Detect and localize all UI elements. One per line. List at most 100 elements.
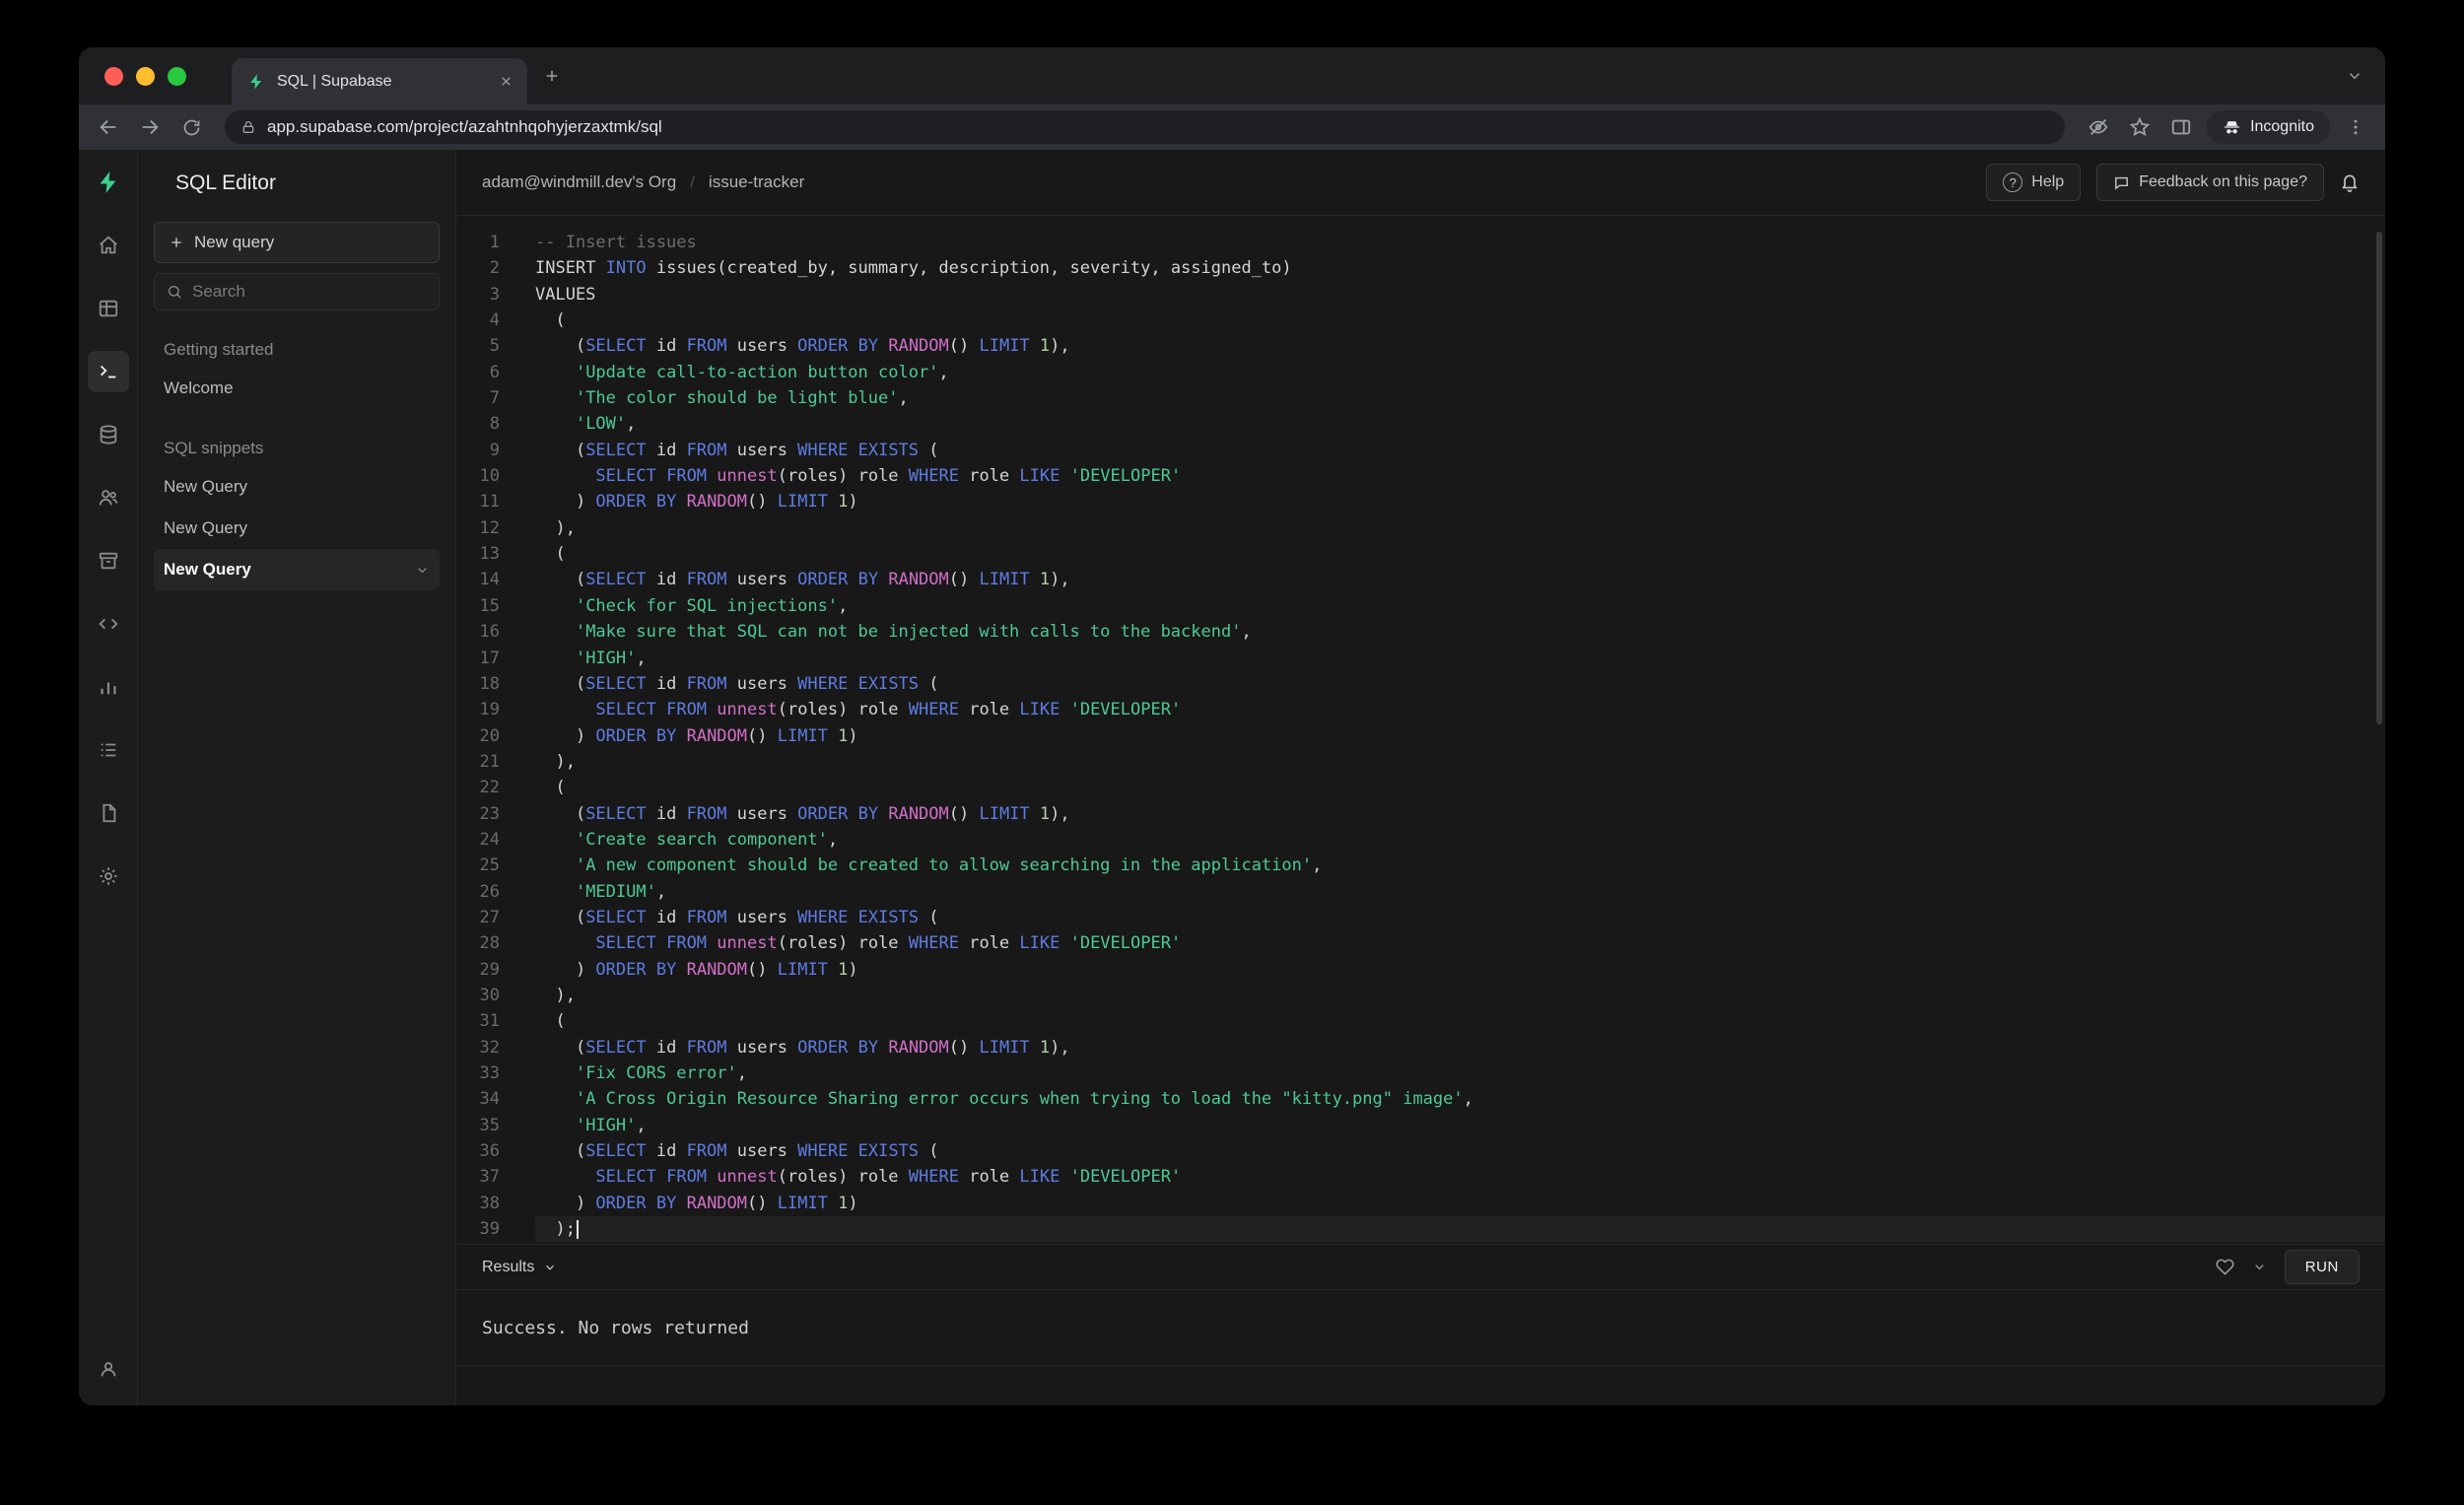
run-button[interactable]: RUN xyxy=(2284,1250,2360,1284)
code-line[interactable]: SELECT FROM unnest(roles) role WHERE rol… xyxy=(535,1164,2385,1190)
browser-tab[interactable]: SQL | Supabase xyxy=(232,58,527,104)
code-line[interactable]: SELECT FROM unnest(roles) role WHERE rol… xyxy=(535,463,2385,489)
run-options-chevron-icon[interactable] xyxy=(2252,1260,2267,1274)
favorite-heart-icon[interactable] xyxy=(2216,1258,2234,1276)
search-box[interactable] xyxy=(154,273,440,310)
editor-code[interactable]: -- Insert issues INSERT INTO issues(creat… xyxy=(519,230,2385,1244)
code-line[interactable]: -- Insert issues xyxy=(535,230,2385,255)
tab-search-chevron-icon[interactable] xyxy=(2346,67,2363,85)
line-number: 20 xyxy=(479,725,500,746)
search-input[interactable] xyxy=(192,282,427,302)
code-line[interactable]: (SELECT id FROM users ORDER BY RANDOM() … xyxy=(535,567,2385,592)
close-window-button[interactable] xyxy=(104,66,123,86)
line-number: 3 xyxy=(489,284,500,305)
results-toggle[interactable]: Results xyxy=(482,1259,557,1276)
new-query-button[interactable]: New query xyxy=(154,222,440,263)
code-line[interactable]: (SELECT id FROM users WHERE EXISTS ( xyxy=(535,438,2385,463)
code-line[interactable]: 'Check for SQL injections', xyxy=(535,593,2385,619)
code-line[interactable]: ) ORDER BY RANDOM() LIMIT 1) xyxy=(535,489,2385,514)
settings-gear-icon[interactable] xyxy=(88,855,129,897)
supabase-app: SQL Editor New query Getting started W xyxy=(79,150,2385,1405)
sidebar-item-welcome[interactable]: Welcome xyxy=(154,368,440,409)
browser-menu-kebab-icon[interactable] xyxy=(2340,111,2371,143)
zoom-window-button[interactable] xyxy=(168,66,186,86)
code-line[interactable]: SELECT FROM unnest(roles) role WHERE rol… xyxy=(535,697,2385,722)
help-button[interactable]: ? Help xyxy=(1986,164,2082,201)
code-line[interactable]: VALUES xyxy=(535,282,2385,308)
code-line[interactable]: ); xyxy=(535,1216,2385,1243)
logs-list-icon[interactable] xyxy=(88,729,129,771)
forward-icon[interactable] xyxy=(134,111,166,143)
code-line[interactable]: (SELECT id FROM users ORDER BY RANDOM() … xyxy=(535,801,2385,827)
api-code-icon[interactable] xyxy=(88,603,129,645)
line-number: 26 xyxy=(479,881,500,902)
table-editor-icon[interactable] xyxy=(88,288,129,329)
code-line[interactable]: ), xyxy=(535,515,2385,541)
code-line[interactable]: 'The color should be light blue', xyxy=(535,385,2385,411)
code-line[interactable]: ) ORDER BY RANDOM() LIMIT 1) xyxy=(535,723,2385,749)
code-line[interactable]: 'HIGH', xyxy=(535,646,2385,671)
chat-icon xyxy=(2113,174,2130,191)
breadcrumb-org[interactable]: adam@windmill.dev's Org xyxy=(482,172,676,192)
sql-editor-icon[interactable] xyxy=(87,351,129,392)
code-line[interactable]: ( xyxy=(535,308,2385,333)
address-bar[interactable]: app.supabase.com/project/azahtnhqohyjerz… xyxy=(225,110,2066,144)
url-text[interactable]: app.supabase.com/project/azahtnhqohyjerz… xyxy=(267,117,662,137)
storage-icon[interactable] xyxy=(88,540,129,581)
breadcrumb-separator: / xyxy=(690,172,695,191)
minimize-window-button[interactable] xyxy=(136,66,155,86)
code-line[interactable]: SELECT FROM unnest(roles) role WHERE rol… xyxy=(535,930,2385,956)
chevron-down-icon[interactable] xyxy=(415,563,430,578)
code-line[interactable]: (SELECT id FROM users WHERE EXISTS ( xyxy=(535,905,2385,930)
line-number: 6 xyxy=(489,362,500,382)
code-line[interactable]: ( xyxy=(535,1008,2385,1034)
code-line[interactable]: (SELECT id FROM users ORDER BY RANDOM() … xyxy=(535,1035,2385,1060)
reload-icon[interactable] xyxy=(175,111,207,143)
docs-file-icon[interactable] xyxy=(88,792,129,834)
bookmark-star-icon[interactable] xyxy=(2124,111,2156,143)
reports-chart-icon[interactable] xyxy=(88,666,129,708)
breadcrumb-project[interactable]: issue-tracker xyxy=(709,172,804,192)
tab-close-icon[interactable] xyxy=(499,74,513,89)
code-line[interactable]: INSERT INTO issues(created_by, summary, … xyxy=(535,255,2385,281)
sidebar-item-new-query-active[interactable]: New Query xyxy=(154,549,440,590)
editor-scrollbar[interactable] xyxy=(2376,232,2382,724)
code-line[interactable]: 'Fix CORS error', xyxy=(535,1060,2385,1086)
code-line[interactable]: ) ORDER BY RANDOM() LIMIT 1) xyxy=(535,957,2385,983)
code-line[interactable]: 'HIGH', xyxy=(535,1113,2385,1138)
side-panel-icon[interactable] xyxy=(2165,111,2197,143)
code-line[interactable]: ) ORDER BY RANDOM() LIMIT 1) xyxy=(535,1191,2385,1216)
database-icon[interactable] xyxy=(88,414,129,455)
authentication-users-icon[interactable] xyxy=(88,477,129,518)
line-number: 15 xyxy=(479,595,500,616)
code-line[interactable]: (SELECT id FROM users WHERE EXISTS ( xyxy=(535,671,2385,697)
code-line[interactable]: (SELECT id FROM users WHERE EXISTS ( xyxy=(535,1138,2385,1164)
code-line[interactable]: 'Update call-to-action button color', xyxy=(535,360,2385,385)
code-line[interactable]: ), xyxy=(535,749,2385,775)
home-icon[interactable] xyxy=(88,225,129,266)
code-line[interactable]: 'A Cross Origin Resource Sharing error o… xyxy=(535,1086,2385,1112)
code-line[interactable]: (SELECT id FROM users ORDER BY RANDOM() … xyxy=(535,333,2385,359)
back-icon[interactable] xyxy=(93,111,124,143)
supabase-logo-icon[interactable] xyxy=(88,162,129,203)
sql-code-editor[interactable]: 1 2 3 4 5 6 7 8 9 10 11 12 13 14 15 16 17 18 19 20 21 22 23 24 2… xyxy=(456,216,2385,1244)
notifications-bell-icon[interactable] xyxy=(2340,172,2360,192)
code-line[interactable]: 'Make sure that SQL can not be injected … xyxy=(535,619,2385,645)
code-line[interactable]: 'LOW', xyxy=(535,411,2385,437)
code-line[interactable]: 'MEDIUM', xyxy=(535,879,2385,905)
code-line[interactable]: ), xyxy=(535,983,2385,1008)
sidebar-item-new-query-2[interactable]: New Query xyxy=(154,508,440,549)
feedback-button[interactable]: Feedback on this page? xyxy=(2096,164,2324,201)
line-number: 24 xyxy=(479,829,500,850)
new-tab-button[interactable] xyxy=(543,67,561,85)
tab-title: SQL | Supabase xyxy=(277,72,392,90)
code-line[interactable]: ( xyxy=(535,541,2385,567)
account-icon[interactable] xyxy=(88,1348,129,1390)
line-number: 7 xyxy=(489,388,500,409)
sidebar-item-new-query-1[interactable]: New Query xyxy=(154,466,440,508)
code-line[interactable]: 'A new component should be created to al… xyxy=(535,853,2385,878)
line-number: 4 xyxy=(489,310,500,331)
code-line[interactable]: ( xyxy=(535,775,2385,800)
eye-off-icon[interactable] xyxy=(2083,111,2114,143)
code-line[interactable]: 'Create search component', xyxy=(535,827,2385,853)
